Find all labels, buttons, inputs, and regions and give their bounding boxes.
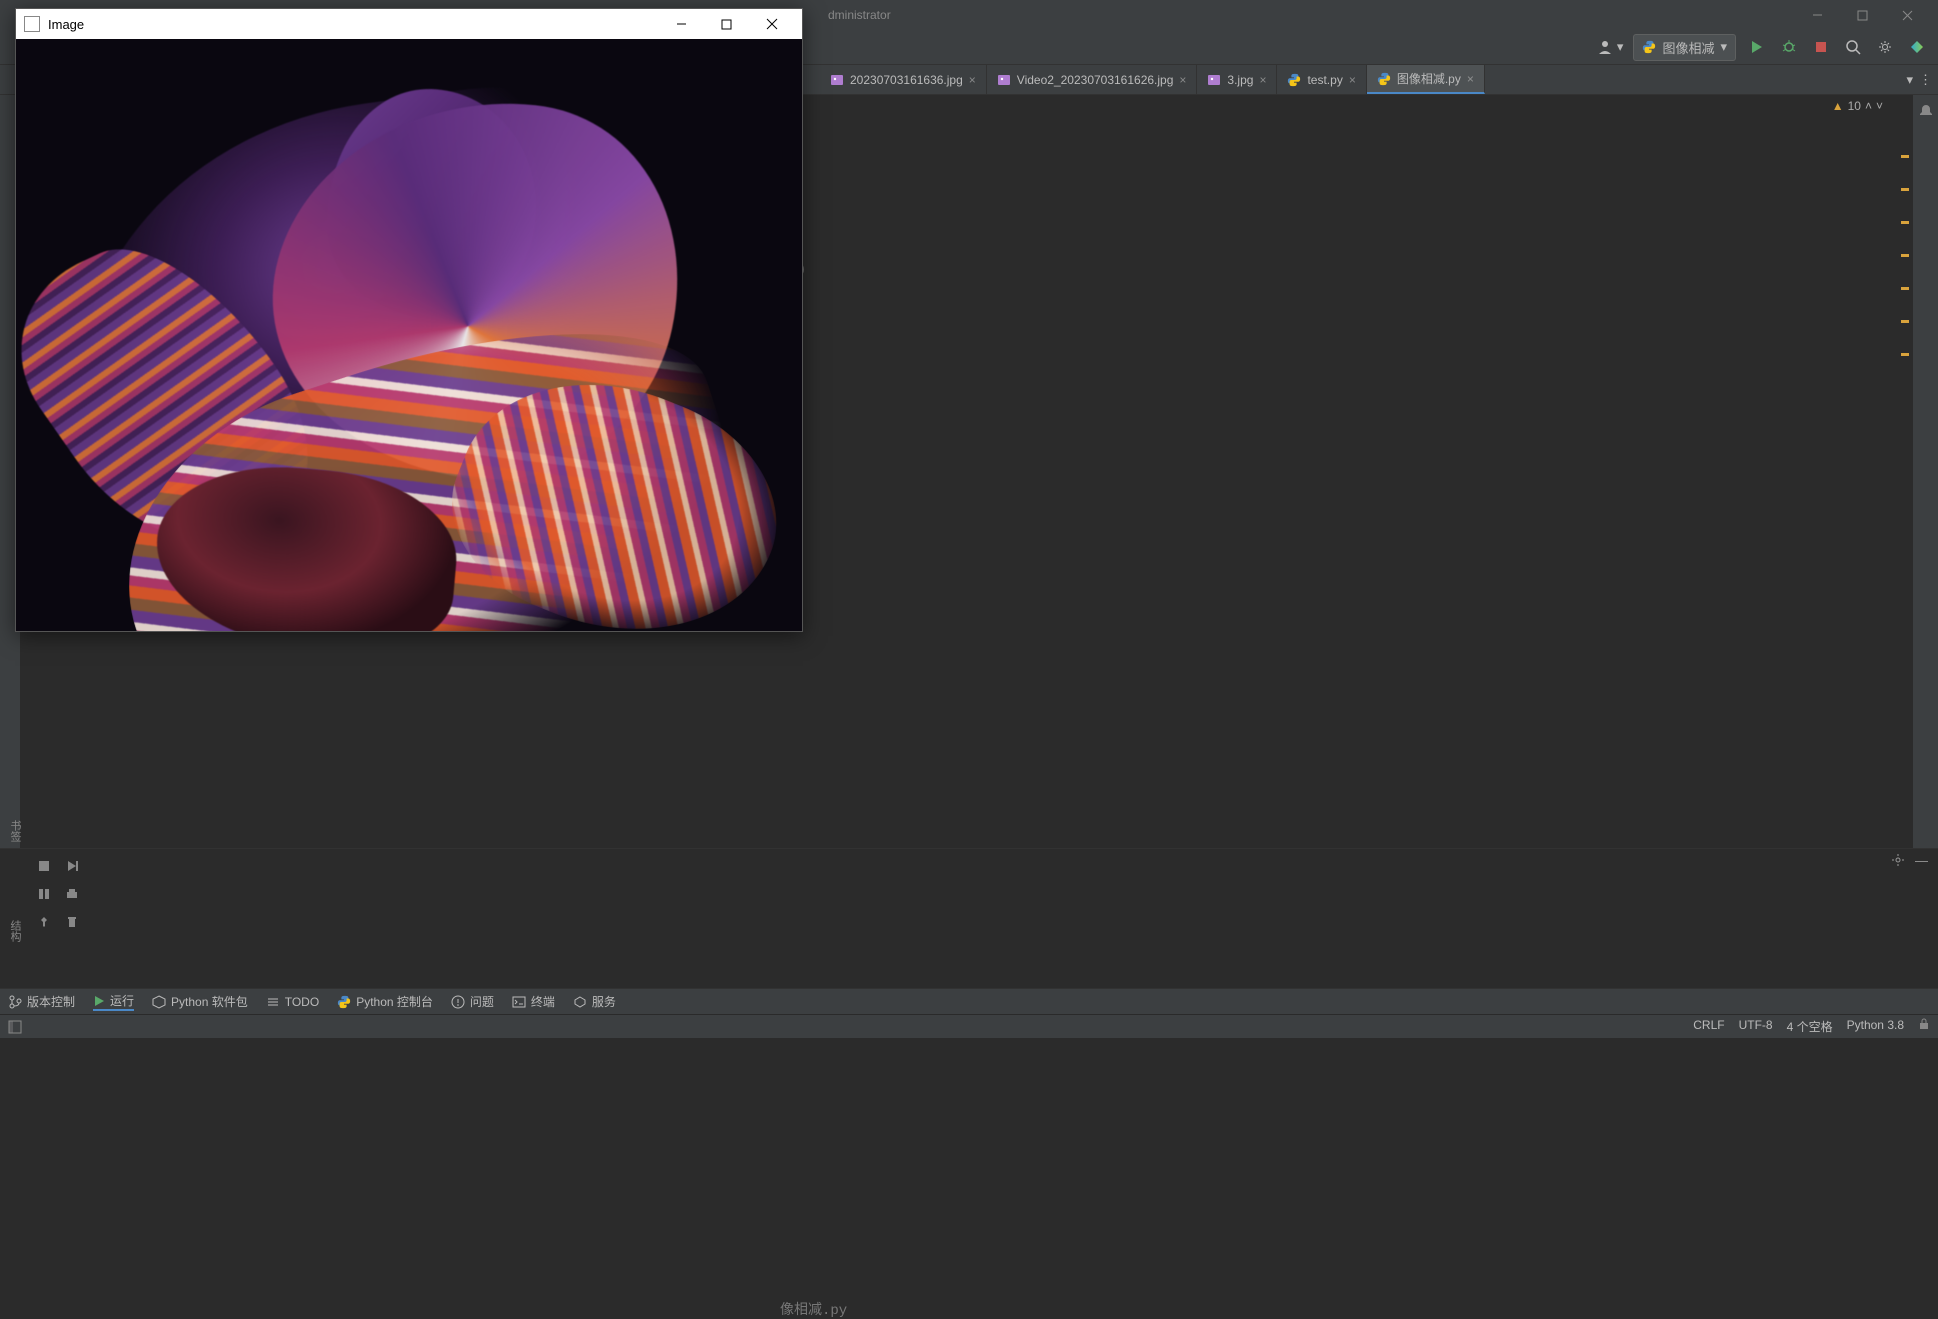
line-ending-selector[interactable]: CRLF: [1693, 1018, 1724, 1035]
image-canvas: [16, 39, 802, 631]
rerun-button[interactable]: [33, 855, 55, 877]
tab-image-2[interactable]: Video2_20230703161626.jpg ×: [987, 65, 1198, 94]
popup-maximize-button[interactable]: [704, 10, 749, 38]
tab-more-button[interactable]: ⋮: [1919, 72, 1932, 88]
tab-controls: ▾ ⋮: [1900, 65, 1938, 94]
problems-button[interactable]: 问题: [451, 993, 494, 1010]
abstract-swirl-image: [16, 39, 802, 631]
close-icon[interactable]: ×: [1259, 73, 1266, 87]
run-side-toolbar: [33, 849, 88, 933]
code-with-me-button[interactable]: [1906, 36, 1928, 58]
warning-icon: [451, 995, 465, 1009]
window-app-icon: [24, 16, 40, 32]
close-icon[interactable]: ×: [969, 73, 976, 87]
run-output[interactable]: 像相减.py: [0, 849, 1913, 988]
pin-button[interactable]: [33, 911, 55, 933]
status-bar: CRLF UTF-8 4 个空格 Python 3.8: [0, 1014, 1938, 1038]
account-button[interactable]: ▾: [1597, 39, 1624, 55]
close-icon[interactable]: ×: [1349, 73, 1356, 87]
marker-stripe[interactable]: [1901, 155, 1909, 386]
python-icon: [337, 995, 351, 1009]
python-icon: [1377, 72, 1391, 86]
close-icon[interactable]: ×: [1179, 73, 1186, 87]
package-icon: [152, 995, 166, 1009]
run-output-line: 像相减.py: [780, 1299, 847, 1319]
notifications-button[interactable]: [1918, 103, 1934, 119]
chevron-down-icon: ▾: [1720, 39, 1727, 55]
print-button[interactable]: [61, 883, 83, 905]
run-config-label: 图像相减: [1662, 38, 1714, 57]
close-icon[interactable]: ×: [1467, 72, 1474, 86]
lock-icon: [1918, 1018, 1930, 1030]
stop-button[interactable]: [1810, 36, 1832, 58]
step-button[interactable]: [61, 855, 83, 877]
run-panel-button[interactable]: 运行: [93, 992, 134, 1011]
debug-button[interactable]: [1778, 36, 1800, 58]
tab-image-subtract-py[interactable]: 图像相减.py ×: [1367, 65, 1485, 94]
user-icon: [1597, 39, 1613, 55]
play-icon: [93, 995, 105, 1007]
services-icon: [573, 995, 587, 1009]
image-window-title: Image: [48, 17, 659, 32]
layout-button[interactable]: [33, 883, 55, 905]
tab-test-py[interactable]: test.py ×: [1277, 65, 1366, 94]
bottom-toolbar: 版本控制 运行 Python 软件包 TODO Python 控制台 问题 终端: [0, 988, 1938, 1014]
interpreter-selector[interactable]: Python 3.8: [1847, 1018, 1904, 1035]
run-tool-window: — 像相减.py: [0, 848, 1938, 988]
python-icon: [1642, 40, 1656, 54]
popup-close-button[interactable]: [749, 10, 794, 38]
readonly-toggle[interactable]: [1918, 1018, 1930, 1035]
terminal-icon: [512, 995, 526, 1009]
search-button[interactable]: [1842, 36, 1864, 58]
version-control-button[interactable]: 版本控制: [8, 993, 75, 1010]
tab-image-1[interactable]: 20230703161636.jpg ×: [820, 65, 987, 94]
hide-panel-button[interactable]: —: [1915, 853, 1928, 868]
indent-selector[interactable]: 4 个空格: [1787, 1018, 1833, 1035]
run-config-selector[interactable]: 图像相减 ▾: [1633, 34, 1736, 61]
delete-button[interactable]: [61, 911, 83, 933]
image-file-icon: [997, 73, 1011, 87]
side-tab-structure[interactable]: 结构: [3, 920, 23, 942]
image-file-icon: [1207, 73, 1221, 87]
ide-close-button[interactable]: [1885, 0, 1930, 30]
python-console-button[interactable]: Python 控制台: [337, 993, 433, 1010]
settings-button[interactable]: [1874, 36, 1896, 58]
popup-minimize-button[interactable]: [659, 10, 704, 38]
gear-icon: [1877, 39, 1893, 55]
tab-image-3[interactable]: 3.jpg ×: [1197, 65, 1277, 94]
image-file-icon: [830, 73, 844, 87]
python-packages-button[interactable]: Python 软件包: [152, 993, 248, 1010]
chevron-down-icon: ▾: [1617, 39, 1624, 55]
tab-dropdown-button[interactable]: ▾: [1906, 72, 1913, 88]
python-icon: [1287, 73, 1301, 87]
side-tab-bookmarks[interactable]: 书签: [3, 820, 23, 842]
encoding-selector[interactable]: UTF-8: [1739, 1018, 1773, 1035]
image-window[interactable]: Image: [15, 8, 803, 632]
image-window-titlebar[interactable]: Image: [16, 9, 802, 39]
todo-button[interactable]: TODO: [266, 995, 319, 1009]
ide-maximize-button[interactable]: [1840, 0, 1885, 30]
services-button[interactable]: 服务: [573, 993, 616, 1010]
terminal-button[interactable]: 终端: [512, 993, 555, 1010]
branch-icon: [8, 995, 22, 1009]
tool-windows-button[interactable]: [8, 1020, 22, 1034]
run-button[interactable]: [1746, 36, 1768, 58]
ide-minimize-button[interactable]: [1795, 0, 1840, 30]
list-icon: [266, 995, 280, 1009]
right-gutter: [1913, 95, 1938, 848]
